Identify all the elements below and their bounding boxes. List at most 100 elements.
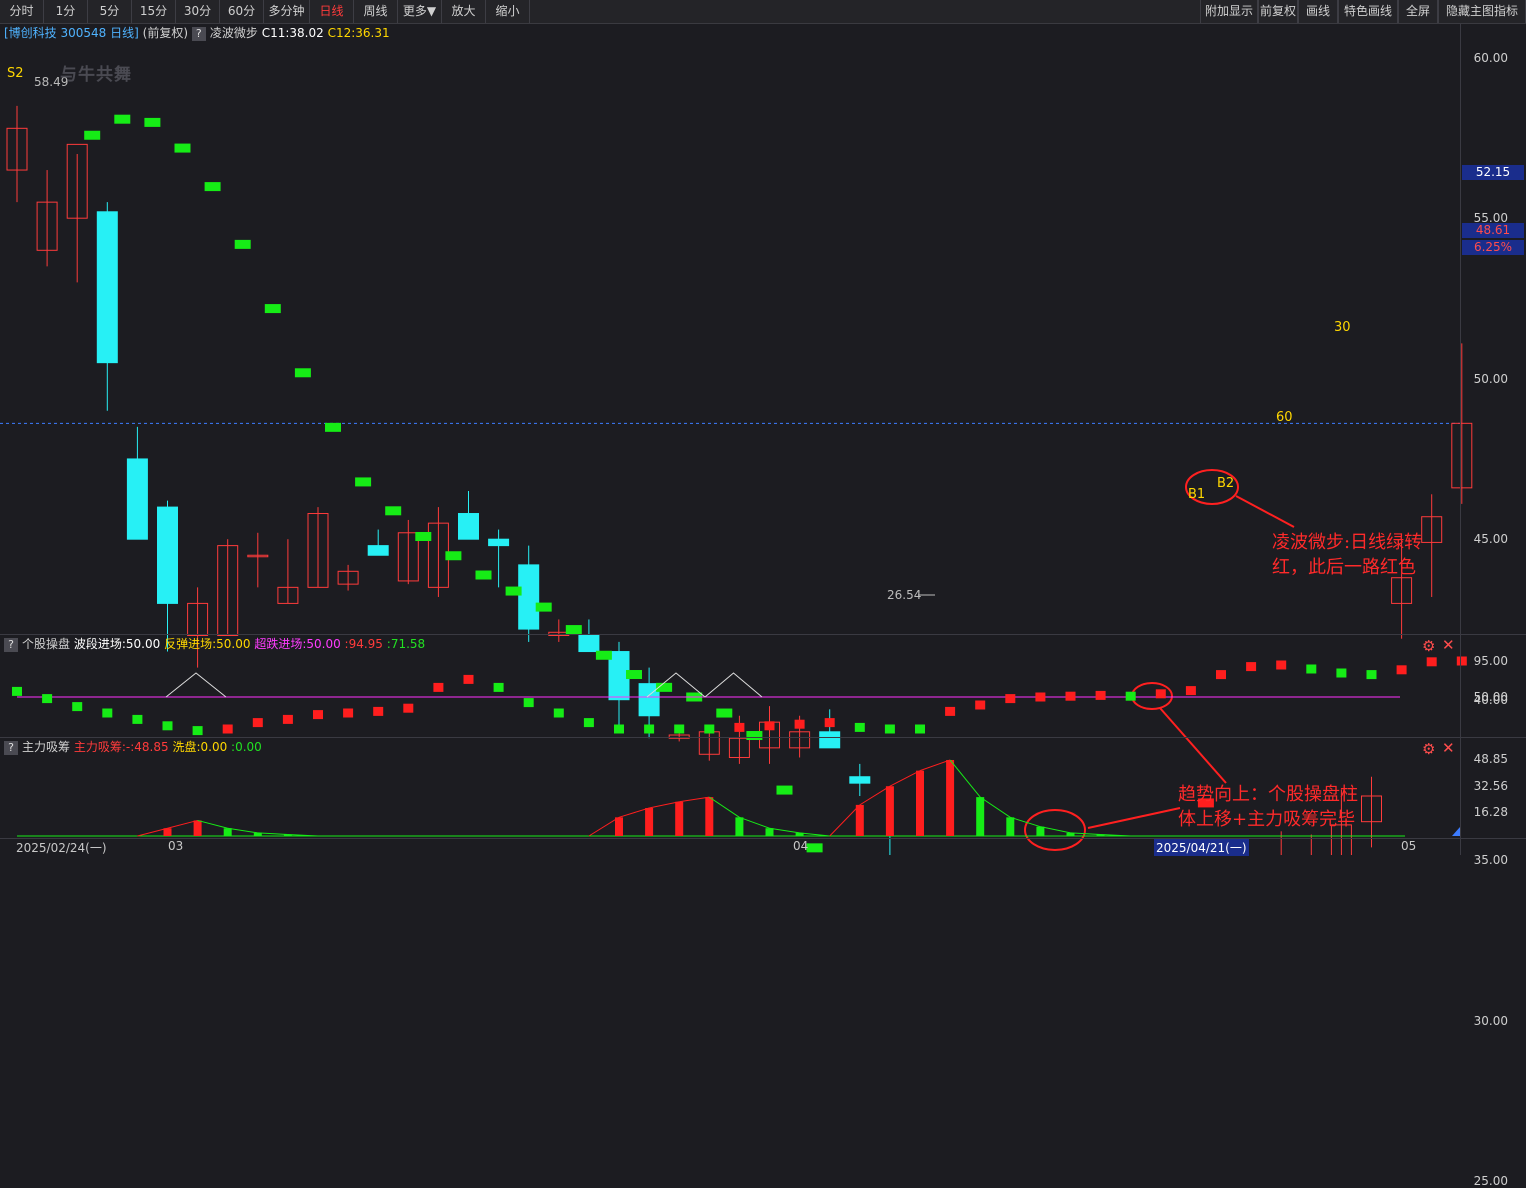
- sub2-line: [257, 832, 288, 835]
- sub1-bar: [1155, 689, 1166, 699]
- trail-block: [325, 422, 341, 432]
- sub1-bar: [373, 706, 384, 716]
- annotation-arrow: [1235, 495, 1295, 528]
- sub1-bar: [704, 724, 715, 734]
- sub1-bar: [884, 724, 895, 734]
- help-icon[interactable]: ?: [191, 26, 206, 41]
- close-icon[interactable]: ✕: [1442, 636, 1455, 654]
- sub1-value-d: :94.95: [344, 637, 383, 651]
- note-trend: 趋势向上：个股操盘柱 体上移+主力吸筹完毕: [1178, 782, 1358, 832]
- signal-b1: B1: [1188, 487, 1206, 502]
- sub2-line: [197, 819, 228, 829]
- sub2-line: [919, 759, 951, 772]
- sub1-bar: [1125, 691, 1136, 701]
- sub1-bar: [102, 708, 113, 718]
- sub2-line: [949, 759, 981, 798]
- sub1-bar: [1396, 665, 1407, 675]
- price-tag-52: 52.15: [1462, 165, 1524, 180]
- sub2-line: [709, 796, 740, 818]
- watermark-logo: 与牛共舞: [60, 65, 132, 85]
- signal-s2: S2: [7, 66, 24, 81]
- sub1-hat: [704, 672, 763, 698]
- annotation-arrow: [1159, 707, 1227, 784]
- trail-block: [716, 708, 733, 718]
- sub1-bar: [583, 718, 594, 728]
- sub1-bar: [192, 726, 203, 736]
- sub1-bar: [1065, 691, 1076, 701]
- stock-title[interactable]: [博创科技 300548 日线]: [4, 26, 139, 40]
- sub1-bar: [493, 682, 504, 692]
- x-date-start: 2025/02/24(一): [16, 841, 107, 855]
- y-tick-label: 25.00: [1473, 1174, 1508, 1188]
- note-lingbo-line2: 红，此后一路红色: [1272, 557, 1416, 578]
- trail-block: [415, 531, 432, 541]
- x-month-03: 03: [168, 839, 184, 853]
- sub1-bar: [1185, 686, 1196, 696]
- sub1-bar: [734, 722, 745, 732]
- note-lingbo-line1: 凌波微步:日线绿转: [1272, 532, 1423, 553]
- close-icon[interactable]: ✕: [1442, 739, 1455, 757]
- note-trend-line1: 趋势向上：个股操盘柱: [1178, 784, 1358, 805]
- sub2-line: [679, 796, 710, 803]
- indicator-c1: C11:38.02: [261, 26, 324, 40]
- label-30: 30: [1334, 320, 1351, 335]
- y-tick-label: 50.00: [1473, 690, 1508, 704]
- kline-chart[interactable]: [0, 0, 1526, 855]
- sub1-header: ? 个股操盘 波段进场:50.00 反弹进场:50.00 超跌进场:50.00 :…: [4, 635, 425, 653]
- sub2-line: [167, 819, 198, 829]
- sub2-value-c: 洗盘:0.00: [172, 740, 228, 754]
- sub1-bar: [1005, 694, 1016, 704]
- sub2-line: [979, 796, 1011, 818]
- adjust-mode: (前复权): [142, 26, 189, 40]
- trail-block: [234, 239, 251, 249]
- sub1-bar: [162, 721, 173, 731]
- signal-b2: B2: [1217, 476, 1235, 491]
- sub1-bar: [764, 721, 775, 731]
- sub2-line: [769, 827, 800, 834]
- trail-block: [626, 670, 642, 680]
- sub1-name[interactable]: 个股操盘: [22, 637, 70, 651]
- gear-icon[interactable]: ⚙: [1422, 740, 1435, 758]
- sub1-bar: [463, 674, 474, 684]
- sub1-bar: [403, 703, 414, 713]
- sub1-value-a: 波段进场:50.00: [73, 637, 161, 651]
- sub1-value-b: 反弹进场:50.00: [164, 637, 251, 651]
- sub2-line: [859, 785, 891, 806]
- sub1-bar: [252, 718, 263, 728]
- sub1-bar: [1426, 657, 1437, 667]
- yaxis-divider: [1460, 24, 1461, 855]
- sub2-bar: [1036, 826, 1045, 836]
- note-lingbo: 凌波微步:日线绿转 红，此后一路红色: [1272, 530, 1422, 580]
- indicator-name[interactable]: 凌波微步: [210, 26, 258, 40]
- y-tick-label: 32.56: [1473, 779, 1508, 793]
- y-tick-label: 30.00: [1473, 1013, 1508, 1028]
- annotation-arrow: [1087, 807, 1181, 829]
- sub2-bar: [976, 797, 985, 836]
- trail-block: [144, 117, 161, 127]
- sub2-value-a: 主力吸筹:-: [73, 740, 131, 754]
- trail-block: [535, 602, 552, 612]
- y-tick-label: 16.28: [1473, 805, 1508, 819]
- gear-icon[interactable]: ⚙: [1422, 637, 1435, 655]
- sub2-bar: [223, 828, 232, 836]
- sub1-bar: [1276, 660, 1287, 670]
- help-icon[interactable]: ?: [4, 637, 18, 652]
- sub2-name[interactable]: 主力吸筹: [22, 740, 70, 754]
- sub1-bar: [854, 722, 865, 732]
- sub1-bar: [282, 714, 293, 724]
- highlight-circle: [1131, 682, 1173, 710]
- sub1-bar: [433, 682, 444, 692]
- sub1-bar: [674, 724, 685, 734]
- sub2-line: [137, 827, 168, 837]
- sub1-bar: [1306, 664, 1317, 674]
- trail-block: [264, 304, 281, 314]
- sub1-hat: [165, 672, 227, 698]
- x-month-04: 04: [793, 839, 809, 853]
- trail-block: [806, 843, 823, 853]
- y-tick-label: 45.00: [1473, 532, 1508, 547]
- trail-block: [204, 182, 221, 192]
- help-icon[interactable]: ?: [4, 740, 18, 755]
- sub1-bar: [72, 702, 83, 712]
- change-percent-tag: 6.25%: [1462, 240, 1524, 255]
- candle-body: [849, 776, 871, 784]
